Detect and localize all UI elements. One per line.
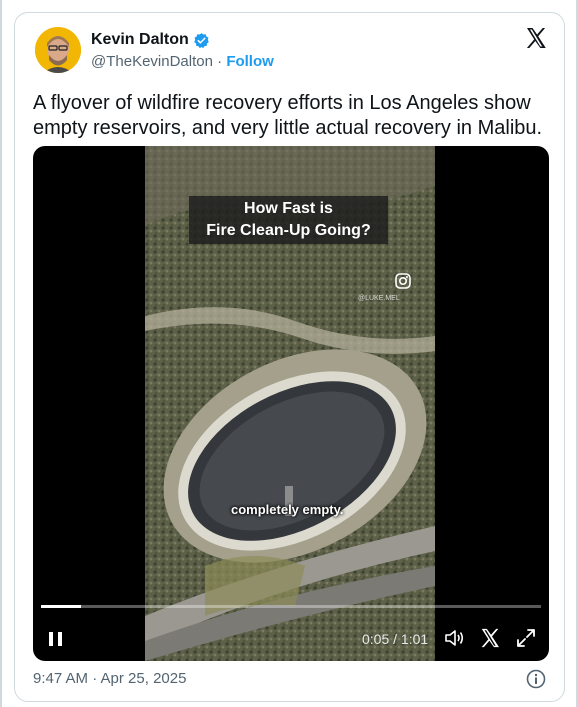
video-time-separator: / — [393, 631, 398, 647]
video-current-time: 0:05 — [362, 631, 390, 647]
info-icon[interactable] — [526, 669, 546, 689]
video-caption: completely empty. — [231, 502, 344, 517]
follow-button[interactable]: Follow — [226, 53, 274, 70]
avatar[interactable] — [35, 27, 81, 73]
verified-badge-icon — [194, 32, 209, 48]
video-progress-fill — [41, 605, 81, 608]
fullscreen-icon[interactable] — [515, 627, 537, 649]
volume-icon[interactable] — [443, 627, 465, 649]
video-watermark: @LUKE.MEL — [358, 295, 400, 302]
video-duration: 1:01 — [400, 631, 429, 647]
video-time: 0:05 / 1:01 — [362, 631, 428, 647]
overlay-title-line2: Fire Clean-Up Going? — [206, 222, 371, 239]
handle-separator: · — [217, 53, 223, 70]
overlay-title-line1: How Fast is — [244, 200, 333, 217]
pause-icon[interactable] — [47, 630, 65, 648]
video-overlay-title: How Fast is Fire Clean-Up Going? — [189, 196, 388, 244]
tweet-card: Kevin Dalton @TheKevinDalton · Follow A … — [14, 12, 565, 702]
tweet-timestamp[interactable]: 9:47 AM · Apr 25, 2025 — [33, 670, 186, 687]
instagram-icon — [395, 273, 411, 289]
tweet-text: A flyover of wildfire recovery efforts i… — [33, 92, 543, 139]
video-player[interactable]: How Fast is Fire Clean-Up Going? @LUKE.M… — [33, 146, 549, 661]
x-logo-icon[interactable] — [524, 26, 548, 50]
author-handle[interactable]: @TheKevinDalton — [91, 53, 213, 70]
video-progress-bar[interactable] — [41, 605, 541, 608]
author-name[interactable]: Kevin Dalton — [91, 31, 189, 49]
x-logo-icon[interactable] — [479, 627, 501, 649]
